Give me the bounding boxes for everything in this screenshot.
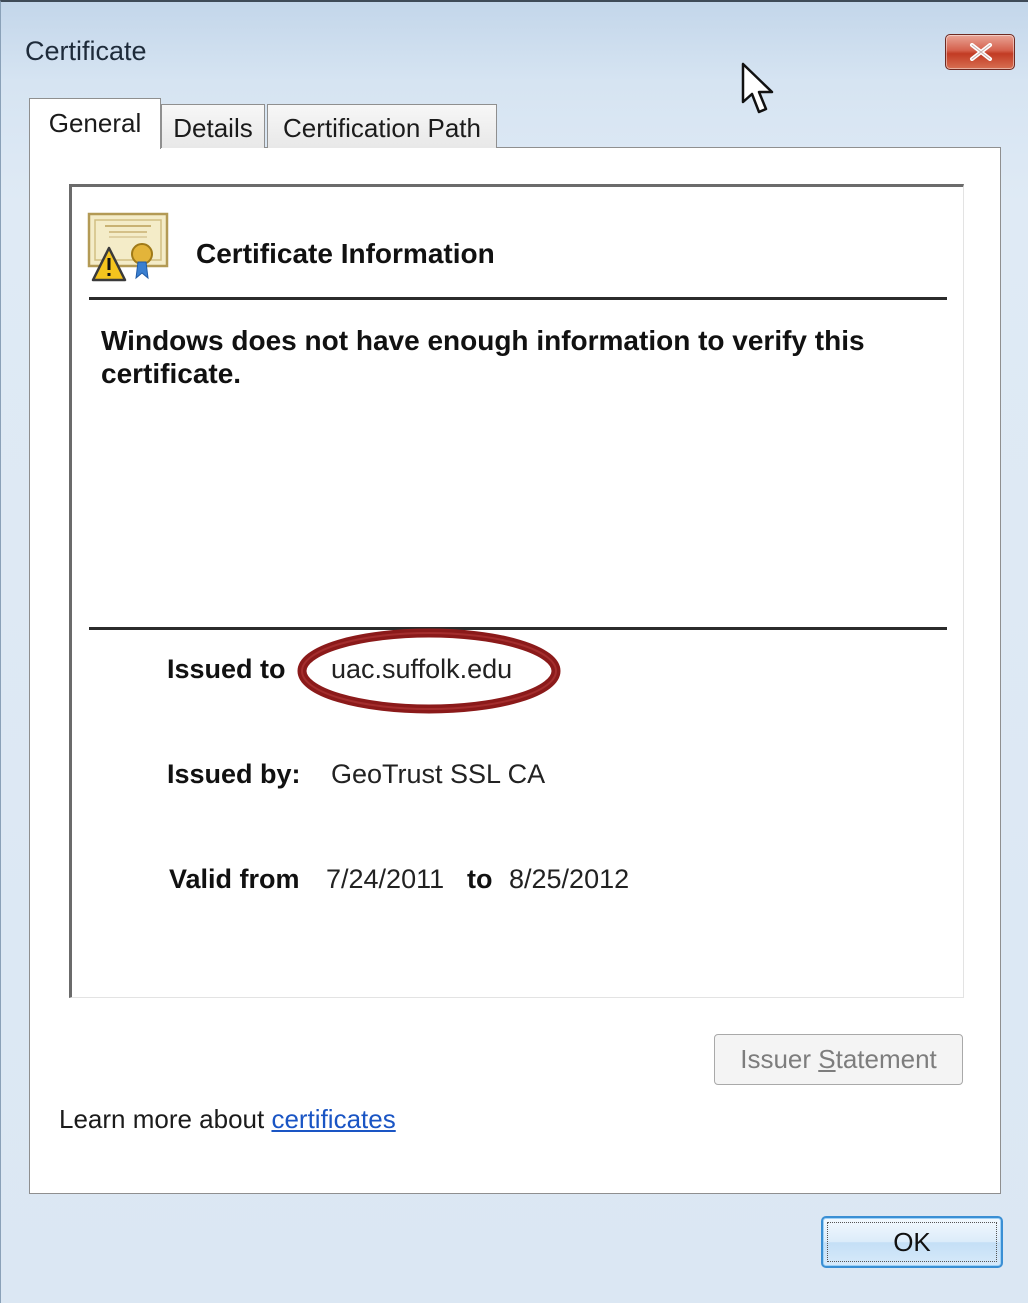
valid-from-label: Valid from <box>169 864 300 894</box>
title-bar[interactable]: Certificate <box>1 2 1028 82</box>
ok-button[interactable]: OK <box>821 1216 1003 1268</box>
tab-certification-path[interactable]: Certification Path <box>267 104 497 148</box>
issued-by-label: Issued by: <box>167 759 301 789</box>
tab-general[interactable]: General <box>29 98 161 149</box>
issued-by-value: GeoTrust SSL CA <box>331 759 546 789</box>
issuer-statement-label: Issuer <box>740 1044 819 1074</box>
certificate-dialog: Certificate General Details Certificatio… <box>0 0 1028 1303</box>
valid-to-label: to <box>467 864 493 894</box>
certificate-warning-icon <box>87 212 169 282</box>
highlight-circle-annotation <box>297 628 561 714</box>
certificates-link[interactable]: certificates <box>271 1104 395 1134</box>
issued-to-label: Issued to <box>167 654 286 684</box>
mouse-cursor-icon <box>741 62 774 114</box>
certificate-information-heading: Certificate Information <box>196 238 495 269</box>
learn-more-prefix: Learn more about <box>59 1104 272 1134</box>
issuer-statement-accesskey: S <box>818 1044 836 1074</box>
issuer-statement-button[interactable]: Issuer Statement <box>714 1034 963 1085</box>
issuer-statement-label-rest: tatement <box>835 1044 937 1074</box>
learn-more-text: Learn more about certificates <box>59 1104 396 1135</box>
window-title: Certificate <box>25 36 147 66</box>
close-icon <box>970 43 992 61</box>
valid-to-value: 8/25/2012 <box>509 864 630 894</box>
divider <box>89 297 947 300</box>
verification-warning: Windows does not have enough information… <box>101 325 865 389</box>
valid-from-value: 7/24/2011 <box>326 864 445 894</box>
close-button[interactable] <box>945 34 1015 70</box>
tab-details[interactable]: Details <box>161 104 265 148</box>
